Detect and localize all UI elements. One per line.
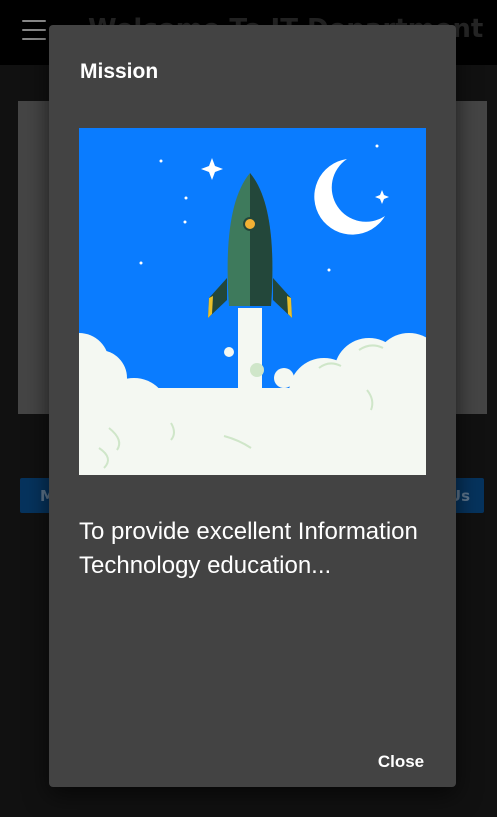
rocket-illustration bbox=[79, 128, 426, 475]
dialog-title: Mission bbox=[80, 60, 159, 83]
mission-dialog: Mission To provide excellent Information… bbox=[49, 25, 456, 787]
dialog-body-text: To provide excellent Information Technol… bbox=[79, 518, 418, 579]
close-button[interactable]: Close bbox=[361, 747, 441, 777]
